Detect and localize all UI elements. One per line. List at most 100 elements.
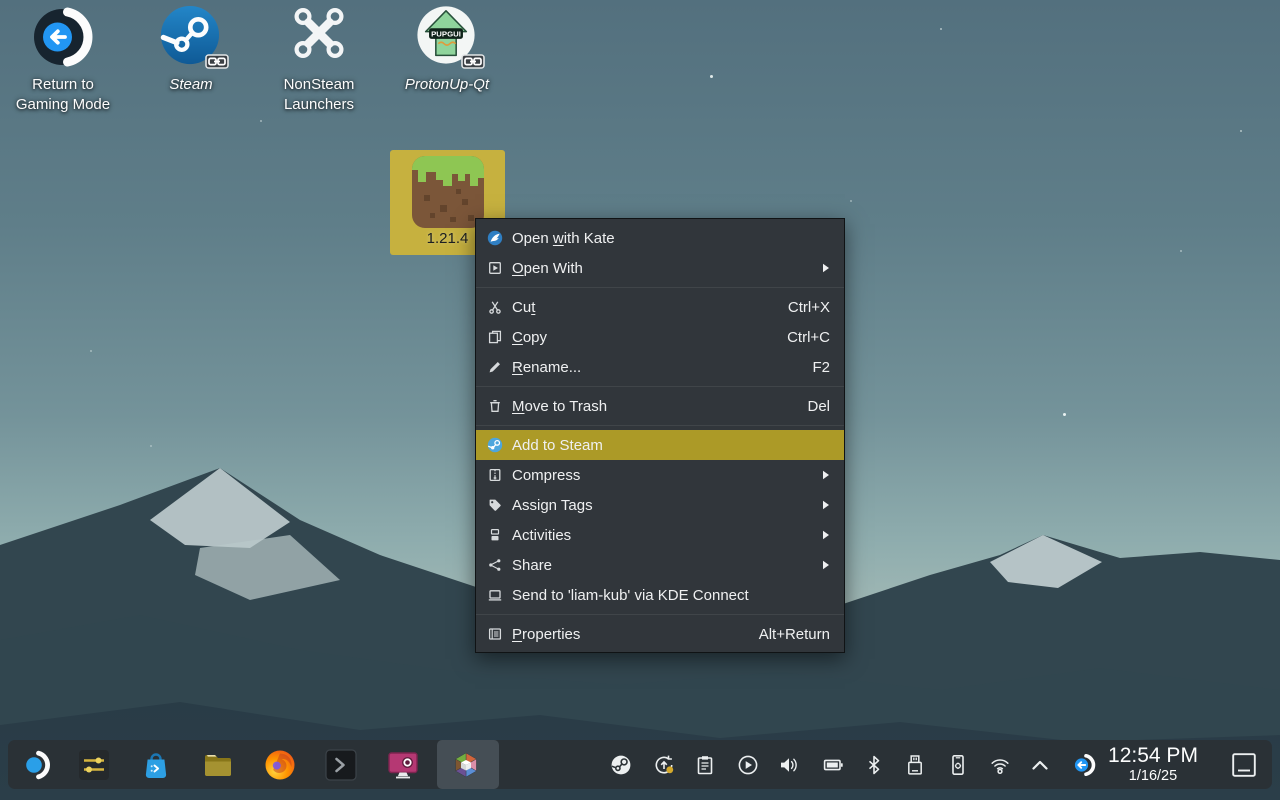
menu-item-assign-tags[interactable]: Assign Tags xyxy=(476,490,844,520)
protonup-icon: PUPGUI xyxy=(415,4,479,68)
taskbar-icon-spectacle[interactable] xyxy=(386,748,420,782)
menu-separator xyxy=(476,382,844,391)
wifi-tray-icon[interactable] xyxy=(989,754,1011,776)
chevron-up-icon[interactable] xyxy=(1029,754,1051,776)
menu-item-activities[interactable]: Activities xyxy=(476,520,844,550)
menu-item-shortcut: Ctrl+C xyxy=(787,329,830,346)
submenu-arrow-icon xyxy=(822,470,830,480)
properties-icon xyxy=(487,626,503,642)
open-with-icon xyxy=(487,260,503,276)
desktop-icon-label: Steam xyxy=(169,75,212,95)
menu-item-shortcut: Ctrl+X xyxy=(788,299,830,316)
taskbar-panel: 12:54 PM 1/16/25 xyxy=(8,740,1272,789)
menu-item-add-to-steam[interactable]: Add to Steam xyxy=(476,430,844,460)
desktop-icon-label: Return to Gaming Mode xyxy=(4,75,122,114)
taskbar-icon-dolphin[interactable] xyxy=(201,748,235,782)
menu-item-label: Move to Trash xyxy=(512,398,793,415)
volume-tray-icon[interactable] xyxy=(778,754,800,776)
submenu-arrow-icon xyxy=(822,560,830,570)
steam-menu-icon xyxy=(487,437,503,453)
menu-item-label: Rename... xyxy=(512,359,798,376)
clock[interactable]: 12:54 PM 1/16/25 xyxy=(1103,743,1203,784)
steam-app-icon xyxy=(159,4,223,68)
gaming-mode-icon xyxy=(31,4,95,68)
steam-tray-icon[interactable] xyxy=(610,754,632,776)
menu-separator xyxy=(476,421,844,430)
star-dot xyxy=(850,200,852,202)
star-dot xyxy=(1240,130,1242,132)
battery-tray-icon[interactable] xyxy=(822,754,844,776)
menu-item-label: Activities xyxy=(512,527,812,544)
star-dot xyxy=(710,75,713,78)
link-emblem-icon xyxy=(205,54,229,69)
taskbar-icon-system-settings[interactable] xyxy=(77,748,111,782)
menu-item-label: Share xyxy=(512,557,812,574)
rename-icon xyxy=(487,359,503,375)
submenu-arrow-icon xyxy=(822,263,830,273)
media-tray-icon[interactable] xyxy=(737,754,759,776)
desktop-icon-protonup-qt[interactable]: PUPGUI ProtonUp-Qt xyxy=(388,4,506,95)
menu-item-share[interactable]: Share xyxy=(476,550,844,580)
menu-item-open-with[interactable]: Open With xyxy=(476,253,844,283)
menu-item-compress[interactable]: Compress xyxy=(476,460,844,490)
clock-time: 12:54 PM xyxy=(1103,743,1203,768)
menu-item-label: Properties xyxy=(512,626,745,643)
gaming-tray-icon[interactable] xyxy=(1071,751,1099,779)
star-dot xyxy=(90,350,92,352)
star-dot xyxy=(940,28,942,30)
desktop-icon-nonsteam-launchers[interactable]: NonSteam Launchers xyxy=(260,4,378,114)
menu-item-label: Send to 'liam-kub' via KDE Connect xyxy=(512,587,830,604)
context-menu: Open with Kate Open With CutCtrl+X Copy Ctrl… xyxy=(475,218,845,653)
menu-item-rename[interactable]: Rename... F2 xyxy=(476,352,844,382)
menu-item-shortcut: F2 xyxy=(812,359,830,376)
taskbar-icon-discover[interactable] xyxy=(139,748,173,782)
menu-separator xyxy=(476,610,844,619)
desktop-icon-label: NonSteam Launchers xyxy=(260,75,378,114)
desktop-icon-label: ProtonUp-Qt xyxy=(405,75,489,95)
clipboard-tray-icon[interactable] xyxy=(694,754,716,776)
menu-item-open-with-kate[interactable]: Open with Kate xyxy=(476,223,844,253)
trash-icon xyxy=(487,398,503,414)
taskbar-icon-firefox[interactable] xyxy=(263,748,297,782)
bluetooth-tray-icon[interactable] xyxy=(863,754,885,776)
star-dot xyxy=(150,445,152,447)
share-icon xyxy=(487,557,503,573)
compress-icon xyxy=(487,467,503,483)
menu-item-copy[interactable]: Copy Ctrl+C xyxy=(476,322,844,352)
kdeconnect-icon xyxy=(487,587,503,603)
tag-icon xyxy=(487,497,503,513)
usb-tray-icon[interactable] xyxy=(904,754,926,776)
menu-item-properties[interactable]: Properties Alt+Return xyxy=(476,619,844,649)
update-tray-icon[interactable] xyxy=(653,754,675,776)
star-dot xyxy=(260,120,262,122)
menu-item-label: Add to Steam xyxy=(512,437,830,454)
menu-item-label: Open with Kate xyxy=(512,230,830,247)
selected-file-label: 1.21.4 xyxy=(427,230,469,247)
desktop-icon-steam[interactable]: Steam xyxy=(132,4,250,95)
drone-icon xyxy=(287,4,351,68)
menu-item-send-to-liam-kub-via-kde-connect[interactable]: Send to 'liam-kub' via KDE Connect xyxy=(476,580,844,610)
taskbar-icon-konsole[interactable] xyxy=(324,748,358,782)
show-desktop-icon[interactable] xyxy=(1231,752,1257,778)
taskbar-icon-prism-launcher[interactable] xyxy=(449,748,483,782)
menu-item-label: Copy xyxy=(512,329,773,346)
phone-tray-icon[interactable] xyxy=(947,754,969,776)
menu-item-cut[interactable]: CutCtrl+X xyxy=(476,292,844,322)
star-dot xyxy=(1180,250,1182,252)
svg-text:PUPGUI: PUPGUI xyxy=(431,29,461,38)
submenu-arrow-icon xyxy=(822,500,830,510)
submenu-arrow-icon xyxy=(822,530,830,540)
desktop-icon-return-to-gaming-mode[interactable]: Return to Gaming Mode xyxy=(4,4,122,114)
menu-item-label: Assign Tags xyxy=(512,497,812,514)
copy-icon xyxy=(487,329,503,345)
scissors-icon xyxy=(487,299,503,315)
menu-item-label: Compress xyxy=(512,467,812,484)
menu-item-label: Open With xyxy=(512,260,812,277)
star-dot xyxy=(1063,413,1066,416)
menu-item-shortcut: Alt+Return xyxy=(759,626,830,643)
activities-icon xyxy=(487,527,503,543)
menu-separator xyxy=(476,283,844,292)
taskbar-icon-application-launcher[interactable] xyxy=(21,748,55,782)
menu-item-move-to-trash[interactable]: Move to TrashDel xyxy=(476,391,844,421)
link-emblem-icon xyxy=(461,54,485,69)
